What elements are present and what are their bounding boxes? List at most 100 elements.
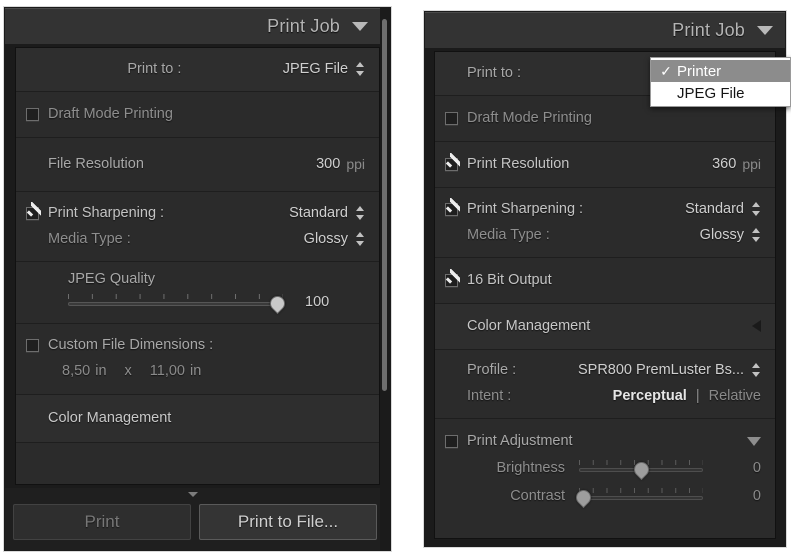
- custom-file-dimensions-checkbox[interactable]: [26, 338, 39, 352]
- triangle-left-icon[interactable]: [752, 320, 761, 332]
- triangle-down-icon[interactable]: [352, 22, 368, 31]
- row-print-resolution: Print Resolution 360 ppi: [435, 142, 775, 188]
- row-color-management[interactable]: Color Management: [16, 395, 379, 443]
- row-print-adjustment: Print Adjustment Brightness 0 Contrast 0: [435, 419, 775, 510]
- stepper-updown-icon[interactable]: [752, 227, 761, 243]
- intent-label: Intent :: [467, 388, 512, 404]
- page-title: Print Job: [672, 20, 745, 40]
- print-to-file-button[interactable]: Print to File...: [199, 504, 377, 540]
- row-clipped-partial: [16, 443, 379, 459]
- dimension-separator: x: [124, 363, 132, 379]
- intent-separator: |: [695, 388, 700, 404]
- print-sharpening-value[interactable]: Standard: [685, 201, 744, 217]
- print-resolution-label: Print Resolution: [467, 156, 570, 172]
- left-print-job-panel: Print Job Print to : JPEG File Draft Mod…: [3, 6, 392, 552]
- vertical-scrollbar-track[interactable]: [380, 9, 389, 549]
- slider-track[interactable]: [579, 496, 703, 500]
- print-adjustment-checkbox[interactable]: [445, 434, 458, 448]
- row-contrast: Contrast 0: [445, 482, 761, 510]
- media-type-value[interactable]: Glossy: [304, 231, 348, 247]
- row-print-sharpening: Print Sharpening : Standard Media Type :…: [435, 188, 775, 258]
- stepper-updown-icon[interactable]: [356, 61, 365, 77]
- contrast-label: Contrast: [510, 488, 565, 504]
- media-type-label: Media Type :: [467, 227, 550, 243]
- brightness-slider[interactable]: [579, 458, 703, 481]
- custom-width-unit: in: [95, 363, 107, 379]
- left-panel-header[interactable]: Print Job: [5, 8, 380, 44]
- row-media-type: Media Type : Glossy: [445, 222, 761, 248]
- row-profile: Profile : SPR800 PremLuster Bs... Intent…: [435, 350, 775, 419]
- media-type-label: Media Type :: [48, 231, 131, 247]
- row-draft-mode: Draft Mode Printing: [16, 92, 379, 138]
- triangle-down-icon[interactable]: [747, 436, 761, 446]
- row-media-type: Media Type : Glossy: [26, 226, 365, 252]
- vertical-scrollbar-thumb[interactable]: [382, 19, 387, 391]
- draft-mode-label: Draft Mode Printing: [467, 110, 592, 126]
- right-panel-header[interactable]: Print Job: [425, 12, 785, 48]
- color-management-label: Color Management: [467, 318, 591, 334]
- bit-output-label: 16 Bit Output: [467, 272, 552, 288]
- triangle-down-icon[interactable]: [757, 26, 773, 35]
- slider-ticks: [579, 488, 703, 493]
- row-jpeg-quality: JPEG Quality 100: [16, 262, 379, 324]
- row-intent: Intent : Perceptual | Relative: [445, 383, 761, 409]
- draft-mode-checkbox[interactable]: [26, 107, 39, 121]
- slider-ticks: [68, 294, 283, 299]
- brightness-value[interactable]: 0: [753, 460, 761, 476]
- print-resolution-checkbox[interactable]: [445, 152, 460, 171]
- print-resolution-value[interactable]: 360: [712, 156, 736, 172]
- panel-collapse-nub-icon[interactable]: [187, 492, 198, 497]
- file-resolution-value[interactable]: 300: [316, 156, 340, 172]
- menu-item-printer[interactable]: ✓ Printer: [651, 60, 790, 82]
- jpeg-quality-value[interactable]: 100: [305, 294, 329, 310]
- print-to-dropdown-menu[interactable]: ✓ Printer JPEG File: [650, 57, 791, 107]
- custom-file-dimensions-label: Custom File Dimensions :: [48, 337, 214, 353]
- left-button-bar: Print Print to File...: [5, 488, 380, 550]
- check-icon: ✓: [660, 62, 672, 79]
- row-color-management[interactable]: Color Management: [435, 304, 775, 350]
- profile-value[interactable]: SPR800 PremLuster Bs...: [578, 362, 744, 378]
- print-sharpening-label: Print Sharpening :: [48, 205, 165, 221]
- stepper-updown-icon[interactable]: [356, 205, 365, 221]
- print-to-label: Print to :: [127, 61, 182, 77]
- bit-output-checkbox[interactable]: [445, 268, 460, 287]
- draft-mode-checkbox[interactable]: [445, 111, 458, 125]
- print-to-label: Print to :: [467, 65, 521, 81]
- profile-label: Profile :: [467, 362, 517, 378]
- intent-relative-option[interactable]: Relative: [709, 388, 761, 404]
- row-file-resolution: File Resolution 300 ppi: [16, 138, 379, 192]
- print-sharpening-label: Print Sharpening :: [467, 201, 584, 217]
- stepper-updown-icon[interactable]: [356, 231, 365, 247]
- row-print-to: Print to : JPEG File: [16, 48, 379, 92]
- left-panel-body: Print to : JPEG File Draft Mode Printing…: [15, 47, 380, 485]
- row-custom-file-dimensions: Custom File Dimensions : 8,50 in x 11,00…: [16, 324, 379, 395]
- print-sharpening-checkbox[interactable]: [445, 197, 460, 216]
- print-button[interactable]: Print: [13, 504, 191, 540]
- menu-item-label: Printer: [677, 62, 722, 80]
- contrast-slider[interactable]: [572, 486, 703, 509]
- print-sharpening-checkbox[interactable]: [26, 201, 41, 220]
- brightness-label: Brightness: [496, 460, 565, 476]
- stepper-updown-icon[interactable]: [752, 201, 761, 217]
- custom-width-value[interactable]: 8,50: [62, 363, 90, 379]
- page-title: Print Job: [267, 16, 340, 36]
- intent-perceptual-option[interactable]: Perceptual: [613, 388, 687, 404]
- print-resolution-unit: ppi: [742, 156, 761, 172]
- slider-track[interactable]: [68, 302, 283, 306]
- file-resolution-label: File Resolution: [48, 156, 144, 172]
- stepper-updown-icon[interactable]: [752, 362, 761, 378]
- print-sharpening-value[interactable]: Standard: [289, 205, 348, 221]
- jpeg-quality-slider[interactable]: [68, 292, 288, 315]
- print-adjustment-label: Print Adjustment: [467, 433, 573, 449]
- custom-height-value[interactable]: 11,00: [150, 363, 185, 379]
- media-type-value[interactable]: Glossy: [700, 227, 744, 243]
- right-panel-body: Print to : Draft Mode Printing Print Res…: [434, 51, 776, 539]
- contrast-value[interactable]: 0: [753, 488, 761, 504]
- print-to-value[interactable]: JPEG File: [283, 61, 348, 77]
- draft-mode-label: Draft Mode Printing: [48, 106, 173, 122]
- row-brightness: Brightness 0: [445, 454, 761, 482]
- jpeg-quality-label: JPEG Quality: [68, 271, 156, 287]
- menu-item-label: JPEG File: [677, 84, 745, 102]
- row-print-sharpening: Print Sharpening : Standard Media Type :…: [16, 192, 379, 262]
- menu-item-jpeg-file[interactable]: JPEG File: [651, 82, 790, 104]
